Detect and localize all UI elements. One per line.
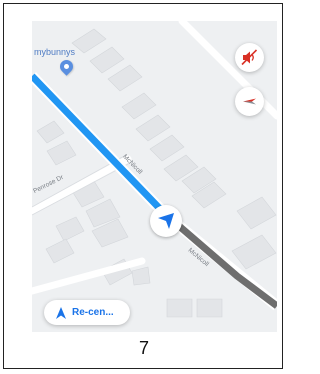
- compass-icon: [243, 98, 256, 105]
- recenter-label: Re-cen...: [72, 307, 114, 318]
- navigation-arrow-icon: [56, 306, 66, 319]
- navigation-arrow-icon: [158, 213, 174, 229]
- page-number: 7: [138, 338, 149, 358]
- recenter-button[interactable]: Re-cen...: [44, 300, 130, 325]
- volume-off-icon: [241, 49, 258, 66]
- mute-button[interactable]: [235, 43, 264, 72]
- place-label[interactable]: mybunnys: [34, 47, 75, 57]
- current-location-marker: [150, 205, 182, 237]
- map-view[interactable]: mybunnys Penrose Dr McNicoll McNicoll Re…: [32, 21, 277, 332]
- compass-button[interactable]: [235, 87, 264, 116]
- screenshot-frame: mybunnys Penrose Dr McNicoll McNicoll Re…: [3, 3, 283, 369]
